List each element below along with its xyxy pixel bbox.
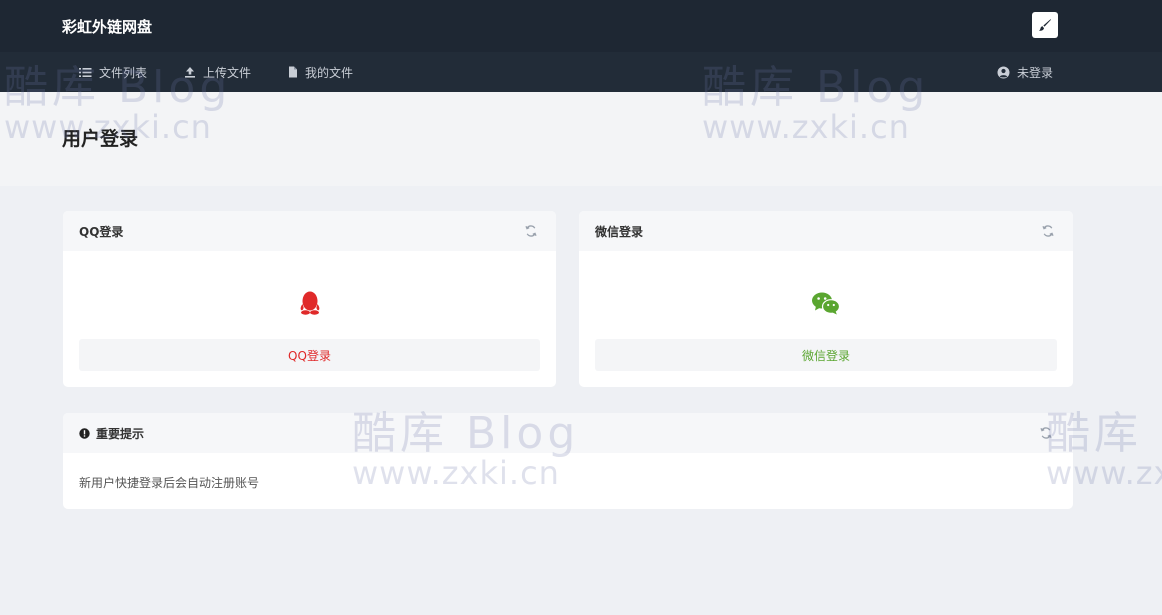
theme-toggle-button[interactable] <box>1032 12 1058 38</box>
nav-label: 上传文件 <box>203 65 252 80</box>
wechat-login-card: 微信登录 微信登录 <box>579 211 1073 387</box>
refresh-icon[interactable] <box>524 224 538 238</box>
notice-text: 新用户快捷登录后会自动注册账号 <box>79 476 260 490</box>
nav-label: 文件列表 <box>99 65 148 80</box>
nav-label: 我的文件 <box>305 65 354 80</box>
card-header: QQ登录 <box>63 211 556 251</box>
card-header: 重要提示 <box>63 413 1073 453</box>
card-title: 微信登录 <box>595 224 644 239</box>
user-menu[interactable]: 未登录 <box>997 52 1053 92</box>
card-header: 微信登录 <box>579 211 1073 251</box>
nav-item-file-list[interactable]: 文件列表 <box>79 52 147 92</box>
refresh-icon[interactable] <box>1039 426 1053 440</box>
card-title: 重要提示 <box>96 426 145 441</box>
qq-login-card: QQ登录 QQ登录 <box>63 211 556 387</box>
top-bar: 彩虹外链网盘 <box>0 0 1162 52</box>
nav-item-upload[interactable]: 上传文件 <box>184 52 251 92</box>
brush-icon <box>1039 19 1051 31</box>
wechat-icon[interactable] <box>811 291 841 315</box>
qq-penguin-icon[interactable] <box>299 290 321 316</box>
qq-login-button[interactable]: QQ登录 <box>79 339 540 371</box>
wechat-login-button[interactable]: 微信登录 <box>595 339 1057 371</box>
upload-icon <box>185 67 195 78</box>
exclamation-circle-icon <box>79 427 90 439</box>
file-icon <box>289 66 297 78</box>
page-title: 用户登录 <box>62 128 139 150</box>
notice-card: 重要提示 新用户快捷登录后会自动注册账号 <box>63 413 1073 509</box>
page-header: 用户登录 <box>0 92 1162 186</box>
card-title: QQ登录 <box>79 224 124 239</box>
refresh-icon[interactable] <box>1041 224 1055 238</box>
card-title-wrap: 重要提示 <box>79 413 144 453</box>
list-icon <box>79 67 92 77</box>
main-nav: 文件列表 上传文件 我的文件 未登录 <box>0 52 1162 92</box>
user-status-label: 未登录 <box>1017 65 1054 80</box>
nav-item-my-files[interactable]: 我的文件 <box>288 52 353 92</box>
user-circle-icon <box>997 66 1010 78</box>
app-title[interactable]: 彩虹外链网盘 <box>62 16 152 37</box>
